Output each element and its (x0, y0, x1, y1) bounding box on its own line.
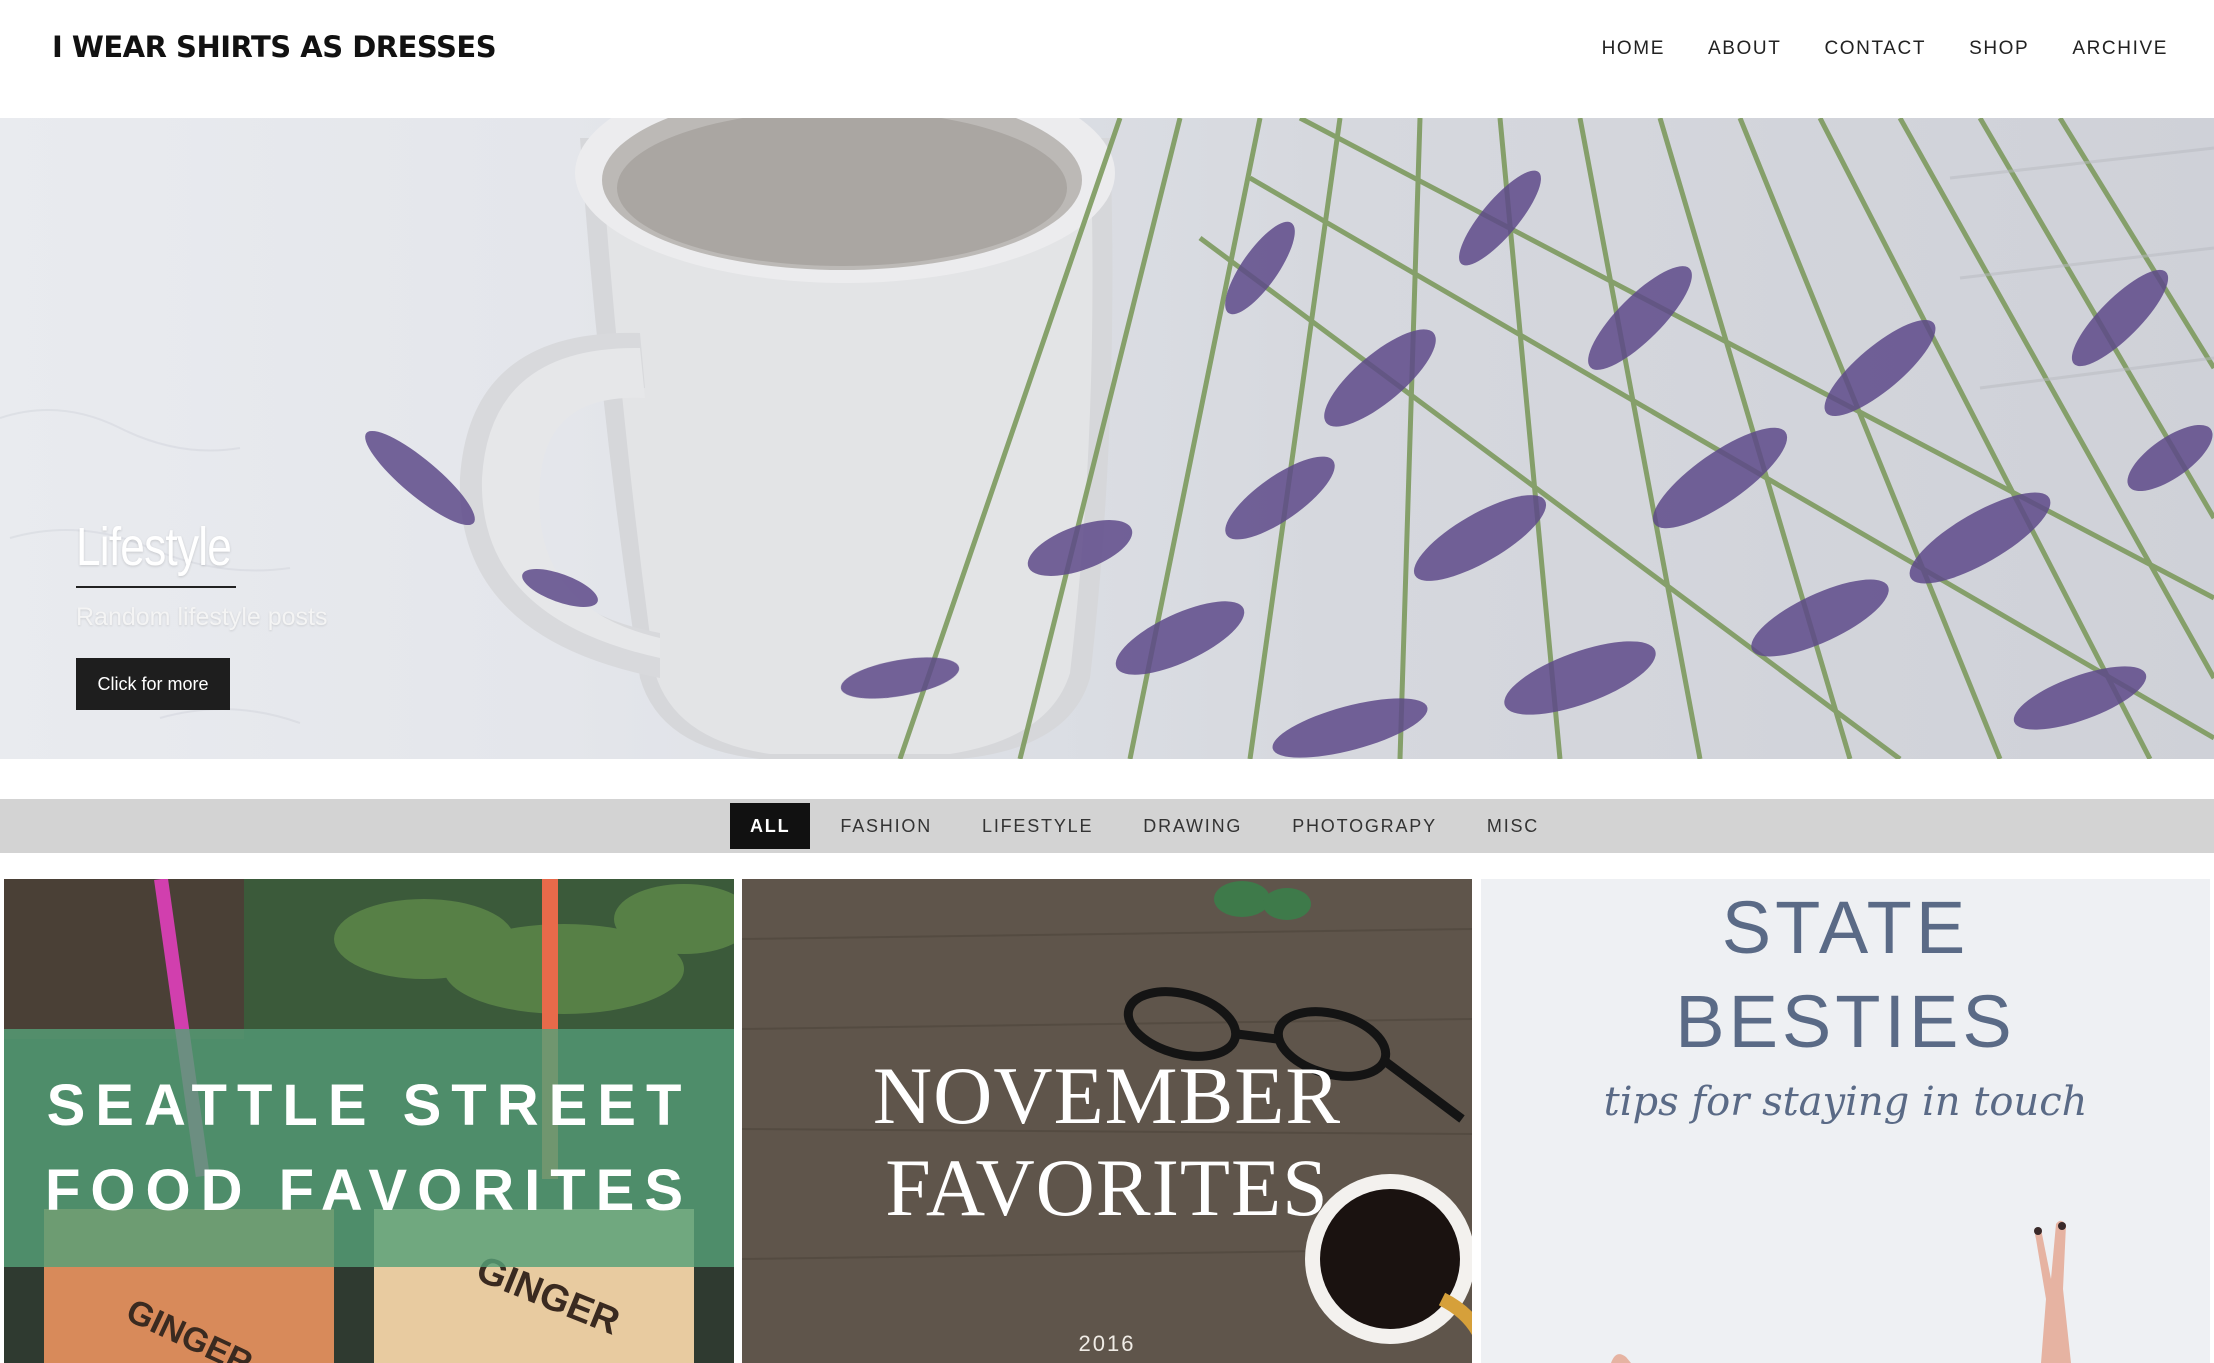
post-card-november-favorites[interactable]: NOVEMBER FAVORITES 2016 (742, 879, 1472, 1363)
post-title-line-2: FOOD FAVORITES (44, 1158, 694, 1223)
category-filter-bar: ALL FASHION LIFESTYLE DRAWING PHOTOGRAPY… (0, 799, 2214, 853)
post-card-seattle-street-food[interactable]: GINGER GINGER SEATTLE STREET FOOD FAVORI… (4, 879, 734, 1363)
post-year: 2016 (1078, 1331, 1136, 1356)
site-header: I WEAR SHIRTS AS DRESSES HOME ABOUT CONT… (0, 0, 2214, 118)
hero-banner: Lifestyle Random lifestyle posts Click f… (0, 118, 2214, 759)
filter-fashion[interactable]: FASHION (820, 803, 952, 849)
post-title-line-1: NOVEMBER (872, 1050, 1342, 1141)
hero-title: Lifestyle (76, 517, 232, 577)
post-tagline: tips for staying in touch (1603, 1079, 2088, 1125)
nav-contact[interactable]: CONTACT (1824, 38, 1926, 60)
filter-lifestyle[interactable]: LIFESTYLE (962, 803, 1113, 849)
post-title-line-1: STATE (1721, 886, 1970, 969)
hero-subtitle: Random lifestyle posts (76, 603, 328, 631)
filter-all[interactable]: ALL (730, 803, 811, 849)
post-title-line-2: FAVORITES (885, 1142, 1329, 1233)
main-nav: HOME ABOUT CONTACT SHOP ARCHIVE (1559, 38, 2168, 60)
filter-drawing[interactable]: DRAWING (1123, 803, 1262, 849)
nav-shop[interactable]: SHOP (1969, 38, 2029, 60)
filter-list: ALL FASHION LIFESTYLE DRAWING PHOTOGRAPY… (730, 803, 1569, 849)
filter-misc[interactable]: MISC (1467, 803, 1559, 849)
nav-home[interactable]: HOME (1602, 38, 1665, 60)
nav-about[interactable]: ABOUT (1708, 38, 1781, 60)
hero-divider (76, 586, 236, 588)
click-for-more-button[interactable]: Click for more (76, 658, 230, 710)
hero-image (0, 118, 2214, 759)
post-title-line-2: BESTIES (1675, 980, 2016, 1063)
title-overlay-band (4, 1029, 734, 1267)
post-card-state-besties[interactable]: STATE BESTIES tips for staying in touch (1481, 879, 2210, 1363)
nav-archive[interactable]: ARCHIVE (2072, 38, 2168, 60)
post-title-line-1: SEATTLE STREET (46, 1073, 692, 1138)
site-title[interactable]: I WEAR SHIRTS AS DRESSES (52, 30, 497, 64)
filter-photography[interactable]: PHOTOGRAPY (1272, 803, 1457, 849)
